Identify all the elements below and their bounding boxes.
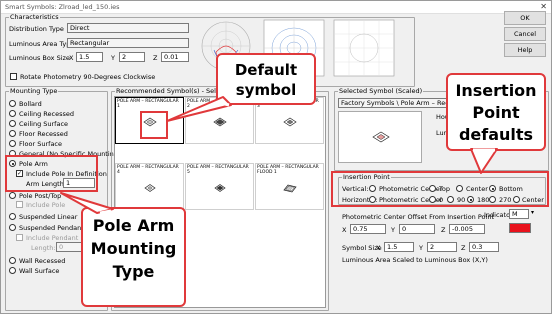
cancel-button[interactable]: Cancel xyxy=(504,27,546,41)
symbol-cell-6[interactable]: POLE ARM – RECTANGULAR FLOOD 1 xyxy=(255,163,324,210)
characteristics-legend: Characteristics xyxy=(10,13,59,21)
mounting-label-wall-surface: Wall Surface xyxy=(19,267,60,275)
insertion-point-highlight xyxy=(331,171,549,207)
indicator-color-swatch[interactable] xyxy=(509,223,531,233)
mounting-radio-pole-post[interactable] xyxy=(9,192,16,199)
box-x-label: X xyxy=(69,54,74,62)
callout-pole-arm: Pole Arm Mounting Type xyxy=(81,207,186,307)
symbol-cell-1-name: POLE ARM – RECTANGULAR xyxy=(117,99,179,104)
luminaire-icon xyxy=(144,184,156,192)
pendant-length-label: Length: xyxy=(31,244,56,252)
mounting-radio-suspended-pendant[interactable] xyxy=(9,224,16,231)
symbol-cell-2-num: 2 xyxy=(187,104,190,109)
box-z-input[interactable]: 0.01 xyxy=(161,52,189,62)
indicator-dropdown-icon[interactable]: ▾ xyxy=(531,209,534,216)
mounting-radio-floor-surface[interactable] xyxy=(9,140,16,147)
indicator-select[interactable]: M xyxy=(509,209,529,219)
symbol-size-z-label: Z xyxy=(461,244,466,252)
smart-symbols-dialog: Smart Symbols: Zlroad_led_150.ies ✕ Char… xyxy=(0,0,552,314)
symbol-cell-6-num: FLOOD 1 xyxy=(257,170,277,175)
rotate-photometry-label: Rotate Photometry 90-Degrees Clockwise xyxy=(20,73,156,81)
symbol-cell-5[interactable]: POLE ARM – RECTANGULAR 5 xyxy=(185,163,254,210)
symbol-cell-5-num: 5 xyxy=(187,170,190,175)
include-pole-2-checkbox[interactable] xyxy=(16,201,23,208)
mounting-label-ceiling-recessed: Ceiling Recessed xyxy=(19,110,74,118)
offset-x-input[interactable]: 0.75 xyxy=(350,224,386,234)
offset-x-label: X xyxy=(342,226,347,234)
box-z-label: Z xyxy=(153,54,158,62)
close-icon[interactable]: ✕ xyxy=(540,2,547,11)
mounting-label-suspended-pendant: Suspended Pendant xyxy=(19,224,84,232)
luminaire-icon xyxy=(213,117,227,127)
mounting-label-floor-recessed: Floor Recessed xyxy=(19,130,68,138)
symbol-size-z-input[interactable]: 0.3 xyxy=(469,242,499,252)
box-x-input[interactable]: 1.5 xyxy=(76,52,103,62)
luminous-area-type-label: Luminous Area Type xyxy=(9,40,75,48)
mounting-label-floor-surface: Floor Surface xyxy=(19,140,62,148)
mounting-radio-floor-recessed[interactable] xyxy=(9,130,16,137)
mounting-label-suspended-linear: Suspended Linear xyxy=(19,213,78,221)
symbol-cell-4-name: POLE ARM – RECTANGULAR xyxy=(117,165,179,170)
offset-y-label: Y xyxy=(391,226,395,234)
offset-label: Photometric Center Offset From Insertion… xyxy=(342,213,494,221)
luminaire-preview-icon xyxy=(372,131,390,143)
symbol-size-y-input[interactable]: 2 xyxy=(427,242,457,252)
symbol-cell-4[interactable]: POLE ARM – RECTANGULAR 4 xyxy=(115,163,184,210)
mounting-radio-bollard[interactable] xyxy=(9,100,16,107)
symbol-cell-1-num: 1 xyxy=(117,104,120,109)
symbol-cell-4-num: 4 xyxy=(117,170,120,175)
mounting-radio-ceiling-surface[interactable] xyxy=(9,120,16,127)
selected-symbol-path: Factory Symbols \ Pole Arm – Rectangular… xyxy=(338,98,460,108)
offset-z-label: Z xyxy=(441,226,446,234)
offset-y-input[interactable]: 0 xyxy=(399,224,435,234)
mounting-label-wall-recessed: Wall Recessed xyxy=(19,257,66,265)
mounting-radio-wall-recessed[interactable] xyxy=(9,257,16,264)
selected-symbol-preview xyxy=(338,111,422,163)
box-y-label: Y xyxy=(111,54,115,62)
luminous-area-type-field: Rectangular xyxy=(67,38,189,48)
mounting-type-legend: Mounting Type xyxy=(10,87,58,95)
selected-symbol-legend: Selected Symbol (Scaled) xyxy=(339,87,423,95)
mounting-radio-ceiling-recessed[interactable] xyxy=(9,110,16,117)
offset-z-input[interactable]: -0.005 xyxy=(449,224,485,234)
flood-luminaire-icon xyxy=(283,184,297,193)
rotate-photometry-checkbox[interactable] xyxy=(10,73,17,80)
symbol-size-x-input[interactable]: 1.5 xyxy=(384,242,414,252)
mounting-label-pole-post: Pole Post/Top xyxy=(19,192,62,200)
symbol-size-y-label: Y xyxy=(419,244,423,252)
distribution-type-label: Distribution Type xyxy=(9,25,64,33)
box-y-input[interactable]: 2 xyxy=(119,52,145,62)
pole-arm-highlight xyxy=(5,155,98,192)
symbol-size-x-label: X xyxy=(376,244,381,252)
luminaire-icon xyxy=(283,117,297,127)
luminous-scaled-label: Luminous Area Scaled to Luminous Box (X,… xyxy=(342,256,488,264)
include-pole-2-label: Include Pole xyxy=(26,201,66,209)
callout-default-symbol: Default symbol xyxy=(216,53,316,105)
mounting-radio-suspended-linear[interactable] xyxy=(9,213,16,220)
help-button[interactable]: Help xyxy=(504,43,546,57)
grid-plot-icon xyxy=(333,19,395,77)
ok-button[interactable]: OK xyxy=(504,11,546,25)
symbol-cell-5-name: POLE ARM – RECTANGULAR xyxy=(187,165,249,170)
luminaire-icon xyxy=(214,184,226,192)
window-title: Smart Symbols: Zlroad_led_150.ies xyxy=(5,3,120,11)
include-pendant-checkbox[interactable] xyxy=(16,234,23,241)
distribution-type-field: Direct xyxy=(67,23,189,33)
mounting-label-bollard: Bollard xyxy=(19,100,42,108)
mounting-label-ceiling-surface: Ceiling Surface xyxy=(19,120,69,128)
default-symbol-highlight xyxy=(140,111,168,139)
luminous-box-size-label: Luminous Box Size xyxy=(9,54,70,62)
callout-insertion-defaults: Insertion Point defaults xyxy=(446,73,546,151)
mounting-radio-wall-surface[interactable] xyxy=(9,267,16,274)
